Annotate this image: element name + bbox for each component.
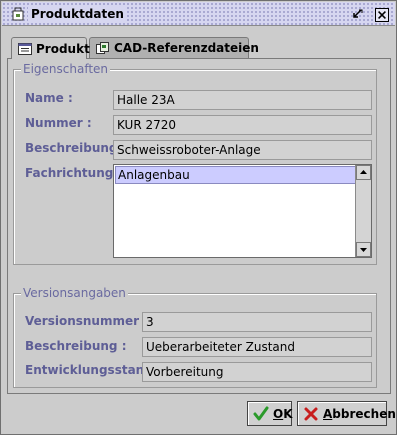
tab-cad-referenzdateien[interactable]: CAD-Referenzdateien <box>89 37 259 58</box>
minimize-icon[interactable] <box>350 8 364 22</box>
eigenschaften-legend: Eigenschaften <box>21 62 111 76</box>
cad-files-icon <box>96 42 109 54</box>
close-icon[interactable] <box>375 8 389 22</box>
beschreibung-field[interactable]: Schweissroboter-Anlage <box>113 140 372 160</box>
scroll-up-button[interactable] <box>356 165 371 180</box>
checkmark-icon <box>253 406 269 420</box>
window-title: Produktdaten <box>28 6 127 22</box>
cancel-label: Abbrechen <box>323 406 396 421</box>
x-icon <box>304 407 318 420</box>
form-icon <box>18 42 32 55</box>
nummer-label: Nummer : <box>25 116 92 130</box>
arrow-down-icon <box>360 248 367 252</box>
tab-label: Produkt <box>36 41 90 56</box>
nummer-field[interactable]: KUR 2720 <box>113 115 372 135</box>
arrow-up-icon <box>360 170 367 174</box>
versionsangaben-legend: Versionsangaben <box>21 286 128 300</box>
scrollbar[interactable] <box>355 165 371 257</box>
scroll-down-button[interactable] <box>356 242 371 257</box>
versionsnummer-field[interactable]: 3 <box>142 312 372 332</box>
app-icon <box>12 7 24 21</box>
name-label: Name : <box>25 91 73 105</box>
versionsnummer-label: Versionsnummer : <box>25 314 148 328</box>
beschreibung-label: Beschreibung : <box>25 141 127 155</box>
fachrichtung-listbox[interactable]: Anlagenbau <box>113 164 372 258</box>
title-bar[interactable]: Produktdaten <box>2 2 395 26</box>
ok-label: OK <box>273 406 293 421</box>
tab-produkt[interactable]: Produkt <box>11 37 90 59</box>
tab-label: CAD-Referenzdateien <box>114 41 259 55</box>
cancel-button[interactable]: Abbrechen <box>297 401 396 426</box>
fachrichtung-label: Fachrichtung : <box>25 166 123 180</box>
name-field[interactable]: Halle 23A <box>113 90 372 110</box>
ok-button[interactable]: OK <box>247 401 293 426</box>
dialog-window: Produktdaten Produkt CAD-Referenzdateien… <box>0 0 397 435</box>
versions-beschreibung-field[interactable]: Ueberarbeiteter Zustand <box>142 337 372 357</box>
versions-beschreibung-label: Beschreibung : <box>25 339 127 353</box>
list-item[interactable]: Anlagenbau <box>115 166 356 184</box>
entwicklungsstand-field[interactable]: Vorbereitung <box>142 362 372 382</box>
